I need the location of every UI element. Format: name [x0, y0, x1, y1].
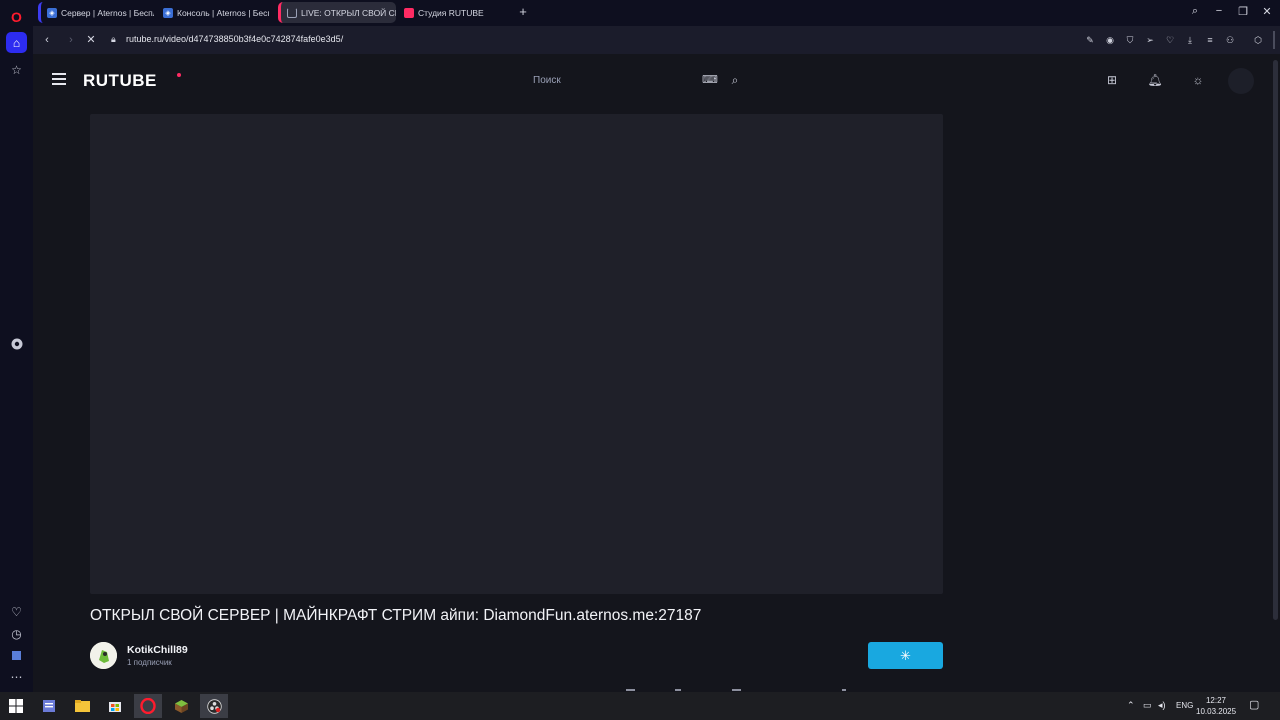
forward-button[interactable]: ›	[64, 33, 78, 47]
screen: O ⌂ ☆ ♡ ◷ ⋯ ◈ Сервер | Aternos | Беспл ◈…	[0, 0, 1280, 720]
tab-bar: ◈ Сервер | Aternos | Беспл ◈ Консоль | A…	[33, 0, 1280, 26]
volume-icon[interactable]: ◂)	[1158, 700, 1166, 711]
search-icon[interactable]: ⌕	[728, 73, 742, 87]
stop-loading-button[interactable]: ✕	[84, 33, 98, 47]
search-input[interactable]	[533, 72, 683, 88]
loading-spinner-icon: ✳	[900, 647, 911, 663]
history-icon[interactable]: ◷	[6, 623, 27, 644]
camera-icon[interactable]: ◉	[1104, 34, 1116, 46]
download-icon[interactable]: ⤓	[1184, 34, 1196, 46]
tab-title: Студия RUTUBE	[418, 7, 484, 18]
close-icon[interactable]: ✕	[1259, 5, 1275, 18]
site-header: RUTUBE ⌨ ⌕ ⊞ 🔔︎ ☼	[35, 56, 1280, 104]
menu-icon[interactable]: ≡	[1204, 34, 1216, 46]
tab-title: LIVE: ОТКРЫЛ СВОЙ СЕР	[301, 7, 396, 18]
rutube-icon	[404, 7, 414, 18]
opera-sidebar: O ⌂ ☆ ♡ ◷ ⋯	[0, 0, 33, 692]
tab-rutube-live[interactable]: LIVE: ОТКРЫЛ СВОЙ СЕР	[278, 2, 396, 23]
user-avatar[interactable]	[1228, 68, 1254, 94]
divider	[1273, 31, 1275, 49]
url-field[interactable]: rutube.ru/video/d474738850b3f4e0c742874f…	[126, 34, 343, 44]
clock-time: 12:27	[1205, 696, 1227, 705]
shield-icon[interactable]: ⛉	[1124, 34, 1136, 46]
cube-icon[interactable]	[6, 645, 27, 666]
upload-icon[interactable]: ⊞	[1104, 72, 1120, 88]
tab-aternos-server[interactable]: ◈ Сервер | Aternos | Беспл	[38, 2, 154, 23]
subscribe-button[interactable]: ✳	[868, 642, 943, 669]
file-explorer-icon[interactable]	[68, 694, 96, 718]
rutube-logo[interactable]: RUTUBE	[83, 71, 157, 91]
windows-taskbar: ⌃ ▭ ◂) ENG 12:27 10.03.2025 ▢	[0, 692, 1280, 720]
restore-icon[interactable]: ❐	[1235, 5, 1251, 18]
opera-logo-icon[interactable]: O	[6, 6, 27, 27]
keyboard-icon[interactable]: ⌨	[702, 73, 718, 87]
subscriber-count: 1 подписчик	[127, 658, 172, 667]
network-icon[interactable]: ▭	[1143, 700, 1152, 711]
page-scrollbar[interactable]	[1271, 56, 1280, 692]
channel-name[interactable]: KotikChill89	[127, 644, 188, 656]
video-player[interactable]	[90, 114, 943, 594]
store-icon[interactable]	[101, 694, 129, 718]
more-icon[interactable]: ⋯	[6, 666, 27, 687]
home-icon[interactable]: ⌂	[6, 32, 27, 53]
tab-title: Сервер | Aternos | Беспл	[61, 7, 154, 18]
aternos-icon: ◈	[163, 7, 173, 18]
address-bar: ‹ › ✕ 🔒︎ rutube.ru/video/d474738850b3f4e…	[33, 26, 1280, 54]
chevron-up-icon[interactable]: ⌃	[1127, 700, 1135, 711]
loading-spinner-icon	[287, 7, 297, 18]
lock-icon: 🔒︎	[111, 34, 116, 44]
tab-rutube-studio[interactable]: Студия RUTUBE	[398, 2, 510, 23]
star-icon[interactable]: ☆	[6, 59, 27, 80]
hamburger-menu-icon[interactable]	[52, 73, 66, 85]
tab-aternos-console[interactable]: ◈ Консоль | Aternos | Беспл	[157, 2, 269, 23]
extensions-icon[interactable]: ⬡	[1252, 34, 1264, 46]
scrollbar-thumb[interactable]	[1273, 60, 1278, 620]
bookmark-heart-icon[interactable]: ♡	[1164, 34, 1176, 46]
edit-icon[interactable]: ✎	[1084, 34, 1096, 46]
minecraft-icon[interactable]	[167, 694, 195, 718]
bell-icon[interactable]: 🔔︎	[1147, 72, 1163, 88]
profile-icon[interactable]: ⚇	[1224, 34, 1236, 46]
language-indicator[interactable]: ENG	[1176, 701, 1193, 710]
minimize-icon[interactable]: −	[1211, 5, 1227, 17]
tab-title: Консоль | Aternos | Беспл	[177, 7, 269, 18]
heart-icon[interactable]: ♡	[6, 601, 27, 622]
notification-icon[interactable]: ▢	[1249, 698, 1259, 711]
search-box: ⌨ ⌕	[525, 68, 755, 92]
windows-start-icon[interactable]	[2, 694, 30, 718]
system-clock[interactable]: 12:27 10.03.2025	[1196, 695, 1236, 717]
back-button[interactable]: ‹	[40, 33, 54, 47]
task-view-icon[interactable]	[35, 694, 63, 718]
opera-taskbar-icon[interactable]	[134, 694, 162, 718]
aternos-icon: ◈	[47, 7, 57, 18]
obs-icon[interactable]	[200, 694, 228, 718]
clock-date: 10.03.2025	[1196, 707, 1237, 716]
logo-dot	[177, 73, 181, 77]
new-tab-button[interactable]: +	[516, 5, 530, 19]
music-player-icon[interactable]	[6, 333, 27, 354]
channel-avatar[interactable]	[90, 642, 117, 669]
video-title: ОТКРЫЛ СВОЙ СЕРВЕР | МАЙНКРАФТ СТРИМ айп…	[90, 607, 702, 624]
theme-toggle-icon[interactable]: ☼	[1190, 72, 1206, 88]
tab-search-icon[interactable]: ⌕	[1187, 5, 1203, 18]
send-icon[interactable]: ➢	[1144, 34, 1156, 46]
